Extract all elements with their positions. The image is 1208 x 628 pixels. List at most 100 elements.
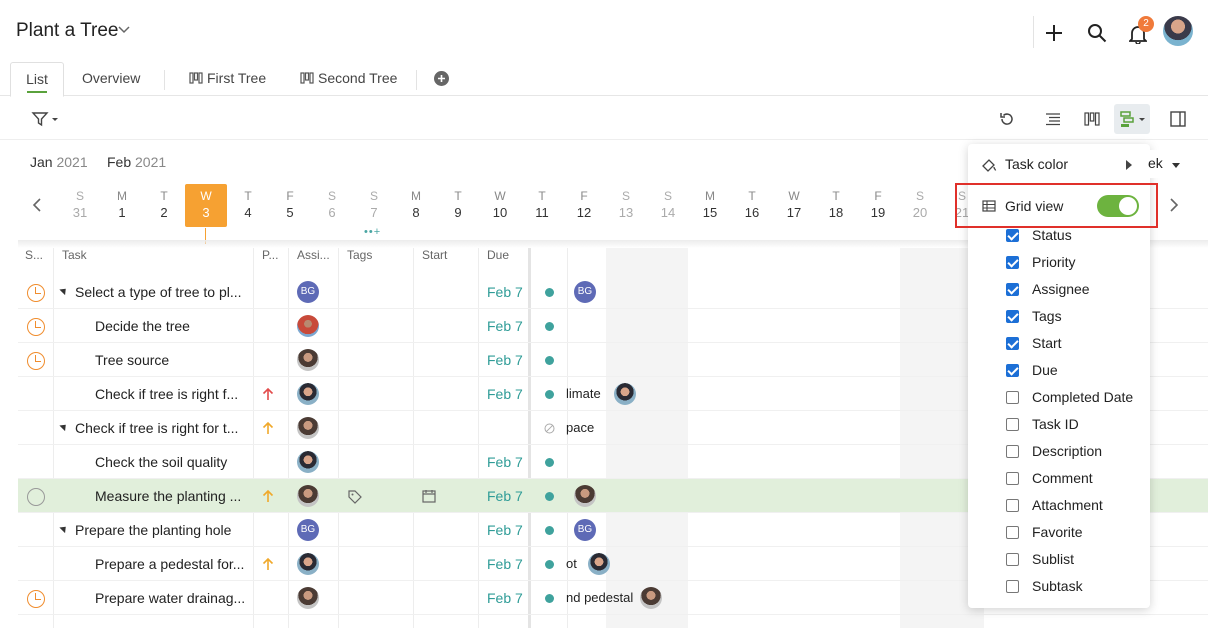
field-toggle-comment[interactable]: Comment	[968, 466, 1150, 493]
checkbox[interactable]	[1006, 283, 1019, 296]
avatar[interactable]: BG	[297, 519, 319, 541]
task-name[interactable]: Measure the planting ...	[95, 488, 241, 504]
board-view-icon[interactable]	[1083, 111, 1101, 127]
search-icon[interactable]	[1086, 22, 1108, 44]
col-due[interactable]: Due	[487, 248, 509, 270]
day-16[interactable]: T 16	[731, 189, 773, 220]
panel-toggle-icon[interactable]	[1169, 110, 1187, 128]
gantt-bar-label[interactable]: pace	[566, 420, 594, 435]
avatar[interactable]	[297, 587, 319, 609]
checkbox[interactable]	[1006, 256, 1019, 269]
next-arrow-icon[interactable]	[1169, 197, 1179, 213]
avatar[interactable]	[297, 485, 319, 507]
day-13[interactable]: S 13	[605, 189, 647, 220]
avatar[interactable]	[614, 383, 636, 405]
task-name[interactable]: Check if tree is right f...	[95, 386, 238, 402]
due-date[interactable]: Feb 7	[487, 556, 523, 572]
task-name[interactable]: Select a type of tree to pl...	[75, 284, 242, 300]
day-2[interactable]: T2	[143, 189, 185, 220]
task-name[interactable]: Check if tree is right for t...	[75, 420, 238, 436]
refresh-icon[interactable]	[998, 110, 1016, 128]
avatar[interactable]	[588, 553, 610, 575]
field-toggle-start[interactable]: Start	[968, 331, 1150, 358]
more-events-indicator[interactable]: ••+	[364, 226, 381, 238]
checkbox[interactable]	[1006, 391, 1019, 404]
priority-up-icon[interactable]	[262, 421, 274, 435]
collapse-caret-icon[interactable]	[59, 285, 69, 296]
filter-icon[interactable]	[30, 110, 60, 128]
col-priority[interactable]: P...	[262, 248, 278, 270]
user-avatar[interactable]	[1163, 16, 1193, 46]
day-4[interactable]: T4	[227, 189, 269, 220]
day-17[interactable]: W 17	[773, 189, 815, 220]
day-11[interactable]: T 11	[521, 189, 563, 220]
checkbox[interactable]	[1006, 337, 1019, 350]
day-3[interactable]: W3	[185, 184, 227, 227]
checkbox[interactable]	[1006, 364, 1019, 377]
col-status[interactable]: S...	[25, 248, 43, 270]
gantt-bar-label[interactable]: ot	[566, 556, 577, 571]
tab-first-tree[interactable]: First Tree	[189, 62, 266, 96]
due-date[interactable]: Feb 7	[487, 590, 523, 606]
gantt-view-button[interactable]	[1114, 104, 1150, 134]
col-start[interactable]: Start	[422, 248, 447, 270]
day-12[interactable]: F 12	[563, 189, 605, 220]
field-toggle-completed-date[interactable]: Completed Date	[968, 385, 1150, 412]
day-7[interactable]: S7	[353, 189, 395, 220]
due-date[interactable]: Feb 7	[487, 488, 523, 504]
day-8[interactable]: M8	[395, 189, 437, 220]
gantt-bar-label[interactable]: limate	[566, 386, 601, 401]
col-tags[interactable]: Tags	[347, 248, 372, 270]
avatar[interactable]	[297, 315, 319, 337]
status-pending-icon[interactable]	[27, 590, 45, 608]
checkbox[interactable]	[1006, 472, 1019, 485]
project-title[interactable]: Plant a Tree	[16, 20, 118, 42]
collapse-caret-icon[interactable]	[59, 523, 69, 534]
day-15[interactable]: M 15	[689, 189, 731, 220]
field-toggle-subtask[interactable]: Subtask	[968, 574, 1150, 601]
task-name[interactable]: Decide the tree	[95, 318, 190, 334]
priority-up-icon[interactable]	[262, 489, 274, 503]
field-toggle-attachment[interactable]: Attachment	[968, 493, 1150, 520]
due-date[interactable]: Feb 7	[487, 386, 523, 402]
day-5[interactable]: F5	[269, 189, 311, 220]
tab-list[interactable]: List	[10, 62, 64, 97]
due-date[interactable]: Feb 7	[487, 454, 523, 470]
day-6[interactable]: S6	[311, 189, 353, 220]
week-selector[interactable]: ek	[1138, 150, 1188, 178]
checkbox[interactable]	[1006, 553, 1019, 566]
day-9[interactable]: T9	[437, 189, 479, 220]
task-color-item[interactable]: Task color	[968, 152, 1150, 179]
prev-arrow-icon[interactable]	[32, 197, 42, 213]
due-date[interactable]: Feb 7	[487, 522, 523, 538]
avatar[interactable]: BG	[574, 519, 596, 541]
avatar[interactable]	[297, 553, 319, 575]
tab-overview[interactable]: Overview	[82, 62, 140, 96]
task-name[interactable]: Check the soil quality	[95, 454, 227, 470]
day-18[interactable]: T 18	[815, 189, 857, 220]
day-10[interactable]: W 10	[479, 189, 521, 220]
priority-up-icon[interactable]	[262, 557, 274, 571]
avatar[interactable]	[297, 451, 319, 473]
due-date[interactable]: Feb 7	[487, 318, 523, 334]
field-toggle-favorite[interactable]: Favorite	[968, 520, 1150, 547]
list-view-icon[interactable]	[1044, 111, 1062, 127]
day-20[interactable]: S 20	[899, 189, 941, 220]
day-31[interactable]: S 31	[59, 189, 101, 220]
due-date[interactable]: Feb 7	[487, 284, 523, 300]
status-pending-icon[interactable]	[27, 352, 45, 370]
field-toggle-tags[interactable]: Tags	[968, 304, 1150, 331]
calendar-icon[interactable]	[422, 489, 436, 503]
avatar[interactable]	[574, 485, 596, 507]
due-date[interactable]: Feb 7	[487, 352, 523, 368]
field-toggle-due[interactable]: Due	[968, 358, 1150, 385]
gantt-bar-label[interactable]: nd pedestal	[566, 590, 633, 605]
avatar[interactable]	[297, 349, 319, 371]
avatar[interactable]	[297, 417, 319, 439]
checkbox[interactable]	[1006, 310, 1019, 323]
checkbox[interactable]	[1006, 418, 1019, 431]
task-name[interactable]: Prepare the planting hole	[75, 522, 231, 538]
day-14[interactable]: S 14	[647, 189, 689, 220]
status-open-icon[interactable]	[27, 488, 45, 506]
chevron-down-icon[interactable]	[118, 26, 130, 34]
